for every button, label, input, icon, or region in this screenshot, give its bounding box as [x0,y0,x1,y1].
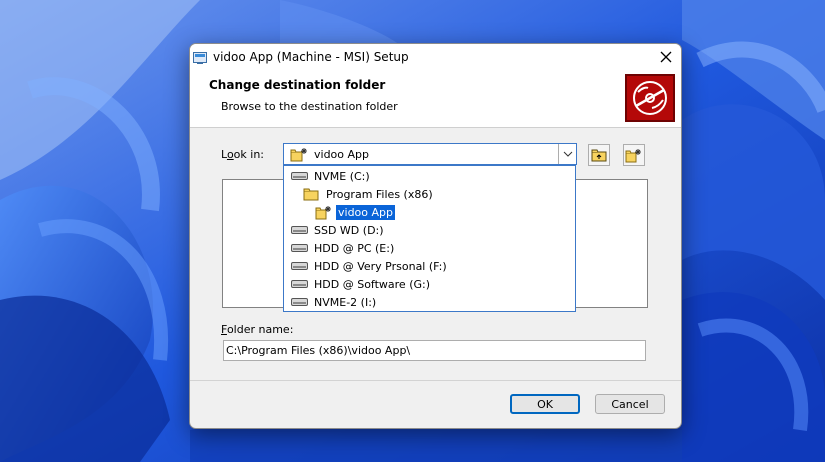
page-subtitle: Browse to the destination folder [221,100,398,113]
look-in-dropdown: NVME (C:) Program Files (x86) vidoo App … [283,165,576,312]
drive-icon [291,171,312,181]
dropdown-item-hdd-personal-f[interactable]: HDD @ Very Prsonal (F:) [284,257,575,275]
drive-icon [291,261,312,271]
dropdown-item-nvme-c[interactable]: NVME (C:) [284,167,575,185]
look-in-combobox[interactable]: vidoo App [283,143,577,165]
folder-name-field[interactable] [223,340,646,361]
cancel-button[interactable]: Cancel [595,394,665,414]
setup-banner [625,74,675,122]
chevron-down-icon[interactable] [558,144,576,164]
disc-icon [633,81,667,115]
setup-dialog: vidoo App (Machine - MSI) Setup Change d… [189,43,682,429]
new-folder-icon [625,148,641,162]
title-bar[interactable]: vidoo App (Machine - MSI) Setup [190,44,681,72]
window-title: vidoo App (Machine - MSI) Setup [213,50,409,64]
drive-icon [291,243,312,253]
button-separator [190,380,681,381]
up-one-level-button[interactable] [588,144,610,166]
dropdown-item-vidoo-app[interactable]: vidoo App [284,203,575,221]
page-title: Change destination folder [209,78,386,92]
dropdown-item-nvme2-i[interactable]: NVME-2 (I:) [284,293,575,311]
drive-icon [291,225,312,235]
installer-icon [193,52,207,64]
new-folder-icon [315,205,336,220]
dropdown-item-program-files[interactable]: Program Files (x86) [284,185,575,203]
new-folder-icon [290,147,310,165]
folder-name-label: Folder name: [221,323,294,336]
wizard-header: Change destination folder Browse to the … [190,72,681,128]
folder-up-icon [591,149,607,162]
folder-icon [303,188,324,201]
look-in-value: vidoo App [314,148,369,161]
close-icon [660,51,672,63]
close-button[interactable] [657,48,675,66]
dropdown-item-hdd-software-g[interactable]: HDD @ Software (G:) [284,275,575,293]
dropdown-item-ssd-wd-d[interactable]: SSD WD (D:) [284,221,575,239]
dropdown-item-hdd-pc-e[interactable]: HDD @ PC (E:) [284,239,575,257]
create-new-folder-button[interactable] [623,144,645,166]
drive-icon [291,279,312,289]
look-in-label: Look in: [221,148,265,161]
drive-icon [291,297,312,307]
ok-button[interactable]: OK [510,394,580,414]
